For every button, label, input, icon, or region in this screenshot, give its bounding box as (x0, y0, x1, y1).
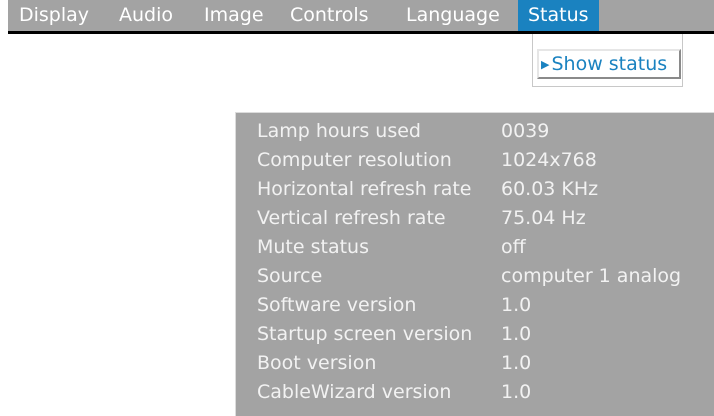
status-label: Software version (257, 294, 417, 316)
status-row: Lamp hours used 0039 (236, 119, 714, 143)
status-label: CableWizard version (257, 381, 452, 403)
status-row: Horizontal refresh rate 60.03 KHz (236, 177, 714, 201)
status-row: Vertical refresh rate 75.04 Hz (236, 206, 714, 230)
status-value: 75.04 Hz (501, 207, 586, 229)
show-status-label: Show status (551, 53, 668, 75)
status-label: Horizontal refresh rate (257, 178, 472, 200)
status-value: 0039 (501, 120, 550, 142)
status-value: 1.0 (501, 381, 532, 403)
status-value: 1024x768 (501, 149, 597, 171)
menu-display[interactable]: Display (19, 0, 89, 31)
status-submenu: ▶ Show status (532, 34, 683, 87)
status-label: Startup screen version (257, 323, 473, 345)
status-value: 1.0 (501, 294, 532, 316)
status-row: Mute status off (236, 235, 714, 259)
status-label: Vertical refresh rate (257, 207, 446, 229)
status-value: computer 1 analog (501, 265, 682, 287)
status-label: Lamp hours used (257, 120, 421, 142)
menu-bar: Display Audio Image Controls Language St… (8, 0, 714, 34)
status-row: Source computer 1 analog (236, 264, 714, 288)
show-status-item[interactable]: ▶ Show status (537, 49, 681, 79)
status-value: 60.03 KHz (501, 178, 599, 200)
menu-image[interactable]: Image (204, 0, 264, 31)
status-label: Computer resolution (257, 149, 452, 171)
status-row: CableWizard version 1.0 (236, 380, 714, 404)
status-row: Computer resolution 1024x768 (236, 148, 714, 172)
status-label: Source (257, 265, 323, 287)
menu-language[interactable]: Language (406, 0, 500, 31)
submenu-arrow-icon: ▶ (541, 58, 550, 71)
menu-status[interactable]: Status (518, 0, 599, 31)
menu-controls[interactable]: Controls (290, 0, 369, 31)
status-value: 1.0 (501, 323, 532, 345)
status-row: Boot version 1.0 (236, 351, 714, 375)
status-row: Software version 1.0 (236, 293, 714, 317)
status-row: Startup screen version 1.0 (236, 322, 714, 346)
status-label: Boot version (257, 352, 377, 374)
menu-audio[interactable]: Audio (119, 0, 173, 31)
status-value: 1.0 (501, 352, 532, 374)
status-label: Mute status (257, 236, 369, 258)
status-panel: Lamp hours used 0039 Computer resolution… (235, 112, 714, 416)
status-value: off (501, 236, 526, 258)
